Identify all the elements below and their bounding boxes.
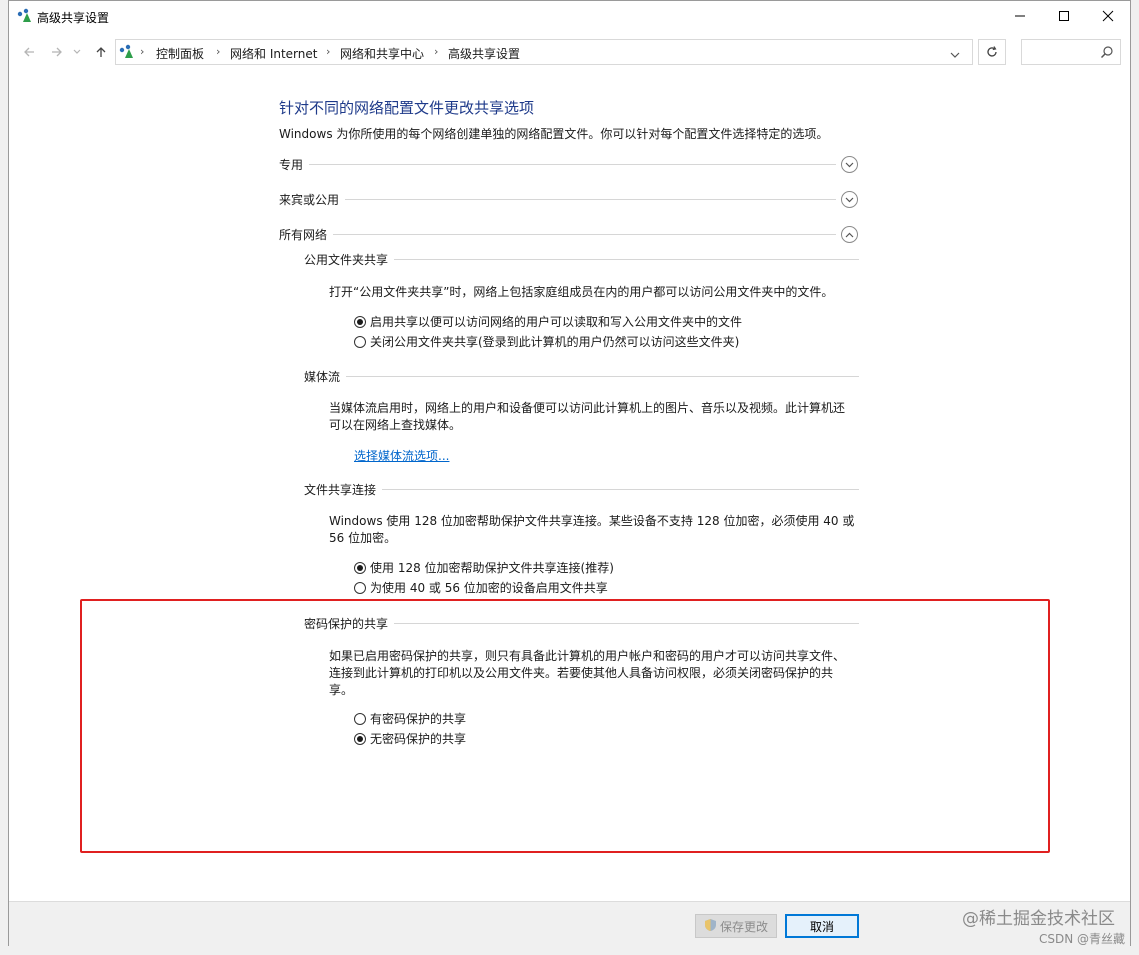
refresh-icon bbox=[987, 46, 997, 57]
text-line: 可以在网络上查找媒体。 bbox=[329, 418, 462, 432]
public-folder-text: 打开“公用文件夹共享”时，网络上包括家庭组成员在内的用户都可以访问公用文件夹中的… bbox=[329, 285, 834, 299]
control-panel-icon bbox=[119, 44, 135, 63]
save-changes-button[interactable]: 保存更改 bbox=[695, 914, 777, 938]
divider bbox=[279, 199, 836, 200]
chevron-down-icon bbox=[845, 197, 854, 202]
media-streaming-options-link[interactable]: 选择媒体流选项... bbox=[354, 447, 449, 464]
divider bbox=[279, 164, 836, 165]
public-folder-option-on[interactable]: 启用共享以便可以访问网络的用户可以读取和写入公用文件夹中的文件 bbox=[354, 313, 742, 330]
recent-locations-button[interactable] bbox=[71, 41, 83, 63]
radio-button[interactable] bbox=[354, 315, 366, 328]
option-label: 为使用 40 或 56 位加密的设备启用文件共享 bbox=[370, 581, 608, 595]
navigation-bar: › 控制面板 › 网络和 Internet › 网络和共享中心 › 高级共享设置 bbox=[9, 35, 1130, 69]
minimize-button[interactable] bbox=[997, 1, 1043, 31]
arrow-up-icon bbox=[96, 47, 106, 57]
arrow-right-icon bbox=[52, 47, 62, 57]
profile-private-label[interactable]: 专用 bbox=[279, 156, 310, 173]
chevron-up-icon bbox=[845, 232, 854, 237]
chevron-down-icon bbox=[845, 162, 854, 167]
divider bbox=[279, 234, 836, 235]
radio-button[interactable] bbox=[354, 561, 366, 574]
search-icon bbox=[1100, 45, 1114, 62]
text-line: 当媒体流启用时，网络上的用户和设备便可以访问此计算机上的图片、音乐以及视频。此计… bbox=[329, 401, 846, 415]
file-sharing-title: 文件共享连接 bbox=[304, 481, 383, 498]
up-button[interactable] bbox=[91, 41, 111, 63]
radio-button[interactable] bbox=[354, 335, 366, 348]
media-streaming-title: 媒体流 bbox=[304, 368, 347, 385]
breadcrumb-separator-icon: › bbox=[140, 45, 145, 58]
address-box[interactable]: › 控制面板 › 网络和 Internet › 网络和共享中心 › 高级共享设置 bbox=[115, 39, 973, 65]
divider bbox=[304, 376, 859, 377]
search-input[interactable] bbox=[1021, 39, 1121, 65]
network-icon bbox=[17, 8, 33, 27]
breadcrumb-network-internet[interactable]: 网络和 Internet bbox=[230, 45, 317, 62]
highlight-annotation bbox=[80, 599, 1050, 853]
profile-guest-public-expander[interactable] bbox=[841, 191, 858, 208]
profile-guest-public-label[interactable]: 来宾或公用 bbox=[279, 191, 346, 208]
breadcrumb-advanced-sharing[interactable]: 高级共享设置 bbox=[448, 45, 520, 62]
watermark-juejin: @稀土掘金技术社区 bbox=[962, 909, 1115, 929]
address-dropdown-button[interactable] bbox=[950, 48, 960, 62]
save-changes-label: 保存更改 bbox=[719, 919, 768, 934]
page-title: 针对不同的网络配置文件更改共享选项 bbox=[279, 99, 535, 117]
watermark-csdn: CSDN @青丝藏 bbox=[1038, 932, 1125, 946]
file-sharing-text: Windows 使用 128 位加密帮助保护文件共享连接。某些设备不支持 128… bbox=[329, 513, 854, 547]
refresh-button[interactable] bbox=[978, 39, 1006, 65]
cancel-button[interactable]: 取消 bbox=[785, 914, 859, 938]
encryption-128-option[interactable]: 使用 128 位加密帮助保护文件共享连接(推荐) bbox=[354, 559, 614, 576]
text-line: Windows 使用 128 位加密帮助保护文件共享连接。某些设备不支持 128… bbox=[329, 514, 855, 528]
breadcrumb-separator-icon: › bbox=[216, 45, 221, 58]
breadcrumb-separator-icon: › bbox=[326, 45, 331, 58]
back-button[interactable] bbox=[19, 41, 39, 63]
divider bbox=[304, 489, 859, 490]
forward-button[interactable] bbox=[47, 41, 67, 63]
profile-all-networks-label[interactable]: 所有网络 bbox=[279, 226, 334, 243]
encryption-40-56-option[interactable]: 为使用 40 或 56 位加密的设备启用文件共享 bbox=[354, 579, 608, 596]
radio-button[interactable] bbox=[354, 581, 366, 594]
maximize-icon bbox=[1059, 11, 1069, 21]
option-label: 启用共享以便可以访问网络的用户可以读取和写入公用文件夹中的文件 bbox=[370, 315, 743, 329]
close-button[interactable] bbox=[1085, 1, 1131, 31]
chevron-down-icon bbox=[950, 52, 960, 58]
chevron-down-icon bbox=[73, 49, 81, 54]
breadcrumb-control-panel[interactable]: 控制面板 bbox=[156, 45, 204, 62]
advanced-sharing-window: 高级共享设置 › 控制面板 › 网络和 Internet › 网络和共享中心 ›… bbox=[8, 0, 1131, 946]
arrow-left-icon bbox=[24, 47, 34, 57]
media-streaming-text: 当媒体流启用时，网络上的用户和设备便可以访问此计算机上的图片、音乐以及视频。此计… bbox=[329, 400, 845, 434]
option-label: 关闭公用文件夹共享(登录到此计算机的用户仍然可以访问这些文件夹) bbox=[370, 335, 740, 349]
page-description: Windows 为你所使用的每个网络创建单独的网络配置文件。你可以针对每个配置文… bbox=[279, 127, 829, 141]
uac-shield-icon bbox=[704, 918, 717, 935]
text-line: 56 位加密。 bbox=[329, 531, 397, 545]
close-icon bbox=[1102, 10, 1114, 22]
breadcrumb-separator-icon: › bbox=[434, 45, 439, 58]
option-label: 使用 128 位加密帮助保护文件共享连接(推荐) bbox=[370, 561, 614, 575]
maximize-button[interactable] bbox=[1041, 1, 1087, 31]
breadcrumb-network-sharing-center[interactable]: 网络和共享中心 bbox=[340, 45, 424, 62]
profile-private-expander[interactable] bbox=[841, 156, 858, 173]
profile-all-networks-expander[interactable] bbox=[841, 226, 858, 243]
window-title: 高级共享设置 bbox=[37, 11, 110, 25]
public-folder-title: 公用文件夹共享 bbox=[304, 251, 395, 268]
public-folder-option-off[interactable]: 关闭公用文件夹共享(登录到此计算机的用户仍然可以访问这些文件夹) bbox=[354, 333, 739, 350]
title-bar[interactable]: 高级共享设置 bbox=[9, 1, 1130, 33]
minimize-icon bbox=[1015, 15, 1025, 17]
